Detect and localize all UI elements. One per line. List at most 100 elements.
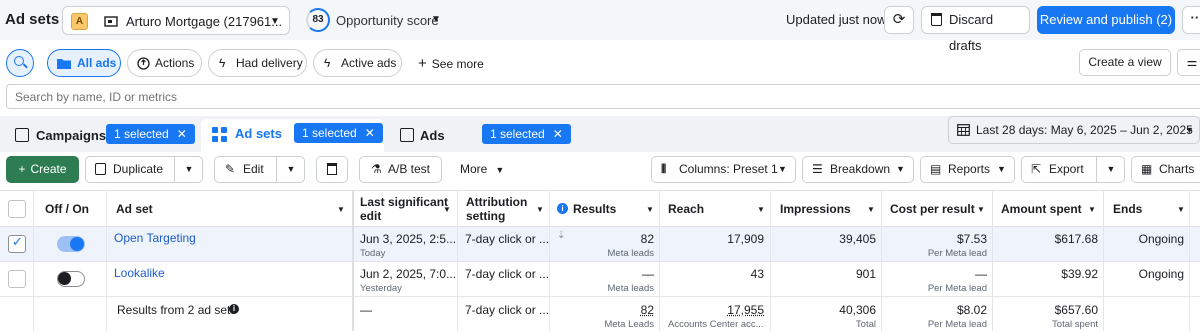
filter-label: All ads xyxy=(77,56,117,70)
filter-actions[interactable]: Actions xyxy=(127,49,202,77)
export-dropdown[interactable]: ▼ xyxy=(1096,157,1125,182)
sort-icon[interactable]: ▼ xyxy=(977,205,985,214)
duplicate-button[interactable]: Duplicate ▼ xyxy=(85,156,203,183)
col-last-edit[interactable]: Last significant edit xyxy=(360,195,448,223)
on-off-toggle[interactable] xyxy=(57,271,85,287)
sort-icon[interactable]: ▼ xyxy=(646,205,654,214)
export-button[interactable]: ⇱ Export ▼ xyxy=(1021,156,1125,183)
campaigns-selected-chip[interactable]: 1 selected ✕ xyxy=(106,124,195,144)
col-ad-set[interactable]: Ad set xyxy=(116,202,153,216)
select-all-checkbox[interactable] xyxy=(8,200,26,218)
attribution-value: 7-day click or ... xyxy=(465,232,550,246)
breakdown-label: Breakdown xyxy=(830,162,891,176)
more-options-button[interactable]: ··· xyxy=(1182,6,1200,34)
duplicate-icon xyxy=(95,163,106,175)
col-impressions[interactable]: Impressions xyxy=(780,202,851,216)
reach-value: 43 xyxy=(750,267,764,281)
view-settings-button[interactable]: ⚌ xyxy=(1177,49,1200,76)
column-divider xyxy=(549,190,550,331)
summary-amount: $657.60 xyxy=(1054,303,1098,317)
column-divider xyxy=(457,190,458,331)
close-icon[interactable]: ✕ xyxy=(365,126,375,140)
results-sub: Meta leads xyxy=(607,283,654,294)
sort-icon[interactable]: ▼ xyxy=(337,205,345,214)
date-range-picker[interactable]: Last 28 days: May 6, 2025 – Jun 2, 2025 … xyxy=(948,116,1200,144)
see-more-filters[interactable]: + See more xyxy=(418,55,484,72)
sort-icon[interactable]: ▼ xyxy=(443,205,451,214)
reports-label: Reports xyxy=(948,162,991,176)
page-title: Ad sets xyxy=(5,11,60,28)
ads-selected-chip[interactable]: 1 selected ✕ xyxy=(482,124,571,144)
sort-icon[interactable]: ▼ xyxy=(1088,205,1096,214)
account-selector[interactable]: A Arturo Mortgage (217961... ▼ xyxy=(62,6,290,35)
more-label: More xyxy=(460,162,488,176)
breakdown-button[interactable]: ☰ Breakdown ▼ xyxy=(802,156,914,183)
create-button[interactable]: + Create xyxy=(6,156,79,183)
delete-button[interactable] xyxy=(316,156,348,183)
columns-icon: ⦀ xyxy=(661,162,667,176)
col-attribution[interactable]: Attribution setting xyxy=(466,195,527,223)
reports-button[interactable]: ▤ Reports ▼ xyxy=(920,156,1015,183)
chevron-down-icon[interactable]: ▼ xyxy=(431,14,441,25)
adsets-selected-chip[interactable]: 1 selected ✕ xyxy=(294,123,383,143)
refresh-button[interactable]: ⟳ xyxy=(884,6,914,34)
col-reach[interactable]: Reach xyxy=(668,202,704,216)
row-checkbox[interactable]: ✓ xyxy=(8,234,26,253)
reach-value: 17,909 xyxy=(727,232,764,246)
filter-had-delivery[interactable]: ϟ Had delivery xyxy=(208,49,307,77)
edit-button[interactable]: ✎ Edit ▼ xyxy=(214,156,305,183)
discard-drafts-button[interactable]: Discard drafts xyxy=(921,6,1030,53)
col-cost-per-result[interactable]: Cost per result xyxy=(890,202,975,216)
chevron-down-icon: ▼ xyxy=(997,164,1006,174)
chevron-down-icon: ▼ xyxy=(270,16,280,27)
sort-icon[interactable]: ▼ xyxy=(757,205,765,214)
duplicate-dropdown[interactable]: ▼ xyxy=(174,157,203,182)
adset-name-link[interactable]: Lookalike xyxy=(114,266,165,280)
tab-label: Ad sets xyxy=(235,126,282,141)
grid-icon xyxy=(212,127,227,142)
close-icon[interactable]: ✕ xyxy=(177,127,187,141)
col-off-on[interactable]: Off / On xyxy=(45,202,89,216)
sort-icon[interactable]: ▼ xyxy=(867,205,875,214)
col-ends[interactable]: Ends xyxy=(1113,202,1142,216)
filter-all-ads[interactable]: All ads xyxy=(47,49,121,77)
more-button[interactable]: More ▼ xyxy=(460,162,504,176)
column-divider xyxy=(881,190,882,331)
adset-name-link[interactable]: Open Targeting xyxy=(114,231,196,245)
last-edit-sub: Yesterday xyxy=(360,283,402,294)
info-icon[interactable]: i xyxy=(557,203,568,214)
sort-icon[interactable]: ▼ xyxy=(1177,205,1185,214)
see-more-label: See more xyxy=(431,57,484,71)
chevron-down-icon: ▼ xyxy=(778,164,787,174)
account-name: Arturo Mortgage (217961... xyxy=(126,14,283,29)
table-row[interactable]: Lookalike Jun 2, 2025, 7:0... Yesterday … xyxy=(0,262,1200,297)
opportunity-score-label[interactable]: Opportunity score xyxy=(336,13,439,28)
create-view-button[interactable]: Create a view xyxy=(1079,49,1171,76)
trash-icon xyxy=(327,163,337,175)
lightning-icon: ϟ xyxy=(324,56,331,70)
filter-active-ads[interactable]: ϟ Active ads xyxy=(313,49,402,77)
search-toggle-button[interactable] xyxy=(6,49,34,77)
col-results[interactable]: Results xyxy=(573,202,616,216)
impressions-value: 901 xyxy=(855,267,876,281)
review-publish-button[interactable]: Review and publish (2) xyxy=(1037,6,1175,34)
edit-dropdown[interactable]: ▼ xyxy=(276,157,305,182)
summary-impressions-sub: Total xyxy=(855,319,876,330)
column-divider xyxy=(33,190,34,331)
opportunity-score-badge[interactable]: 83 xyxy=(306,8,330,32)
ab-test-button[interactable]: ⚗ A/B test xyxy=(359,156,442,183)
close-icon[interactable]: ✕ xyxy=(553,127,563,141)
info-icon[interactable]: i xyxy=(229,304,239,314)
columns-button[interactable]: ⦀ Columns: Preset 1 ▼ xyxy=(651,156,796,183)
on-off-toggle[interactable] xyxy=(57,236,85,252)
summary-impressions: 40,306 xyxy=(839,303,876,317)
row-checkbox[interactable] xyxy=(8,270,26,288)
last-edit-value: Jun 3, 2025, 2:5... xyxy=(360,232,457,246)
search-input[interactable] xyxy=(6,84,1200,109)
column-divider xyxy=(992,190,993,331)
pencil-icon: ✎ xyxy=(225,162,236,176)
charts-button[interactable]: ▦ Charts xyxy=(1131,156,1200,183)
col-amount-spent[interactable]: Amount spent xyxy=(1001,202,1082,216)
sort-icon[interactable]: ▼ xyxy=(536,205,544,214)
table-row[interactable]: ✓ Open Targeting Jun 3, 2025, 2:5... Tod… xyxy=(0,227,1200,262)
